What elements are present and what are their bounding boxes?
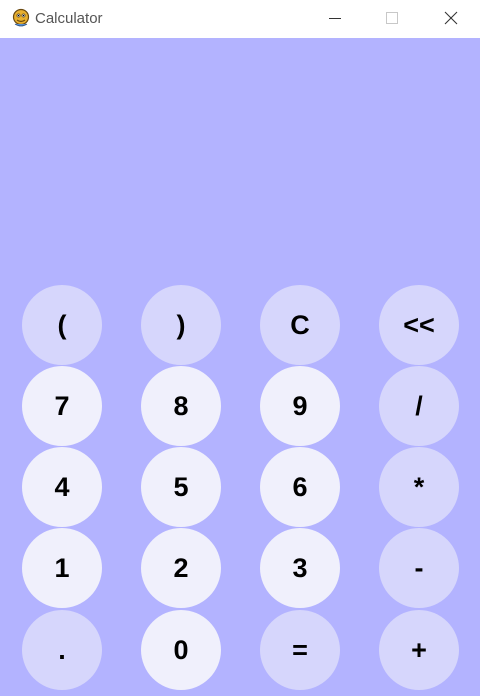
digit-3-button[interactable]: 3	[260, 528, 340, 608]
clear-button[interactable]: C	[260, 285, 340, 365]
equals-button[interactable]: =	[260, 610, 340, 690]
digit-2-button[interactable]: 2	[141, 528, 221, 608]
digit-8-button[interactable]: 8	[141, 366, 221, 446]
open-paren-button[interactable]: (	[22, 285, 102, 365]
backspace-button[interactable]: <<	[379, 285, 459, 365]
divide-button[interactable]: /	[379, 366, 459, 446]
keypad: ( ) C << 7 8 9 / 4 5 6 * 1 2 3 - . 0 = +	[0, 0, 480, 696]
decimal-point-button[interactable]: .	[22, 610, 102, 690]
close-paren-button[interactable]: )	[141, 285, 221, 365]
digit-7-button[interactable]: 7	[22, 366, 102, 446]
digit-0-button[interactable]: 0	[141, 610, 221, 690]
subtract-button[interactable]: -	[379, 528, 459, 608]
digit-1-button[interactable]: 1	[22, 528, 102, 608]
add-button[interactable]: +	[379, 610, 459, 690]
multiply-button[interactable]: *	[379, 447, 459, 527]
digit-6-button[interactable]: 6	[260, 447, 340, 527]
digit-9-button[interactable]: 9	[260, 366, 340, 446]
digit-4-button[interactable]: 4	[22, 447, 102, 527]
digit-5-button[interactable]: 5	[141, 447, 221, 527]
